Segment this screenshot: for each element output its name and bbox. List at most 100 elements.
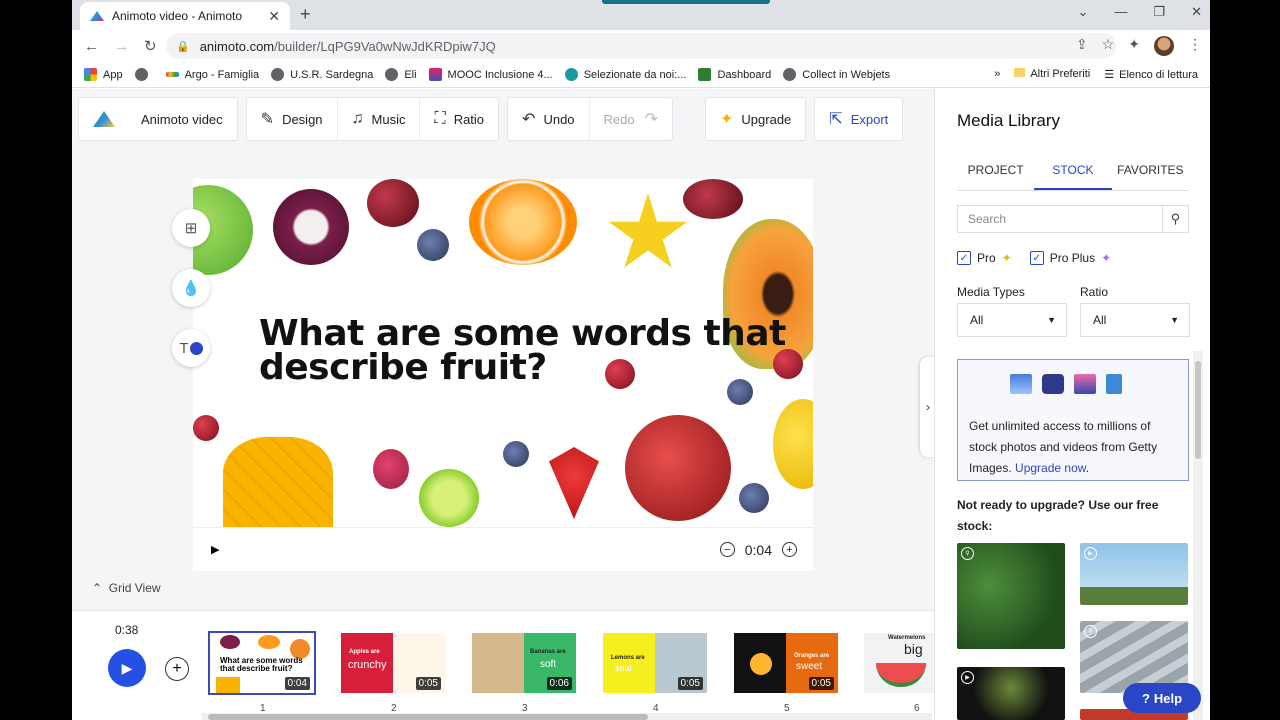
add-scene-button[interactable]: + — [165, 657, 189, 681]
bookmark-label: MOOC Inclusione 4... — [447, 68, 553, 81]
address-bar[interactable]: 🔒 animoto.com/builder/LqPG9Va0wNwJdKRDpi… — [166, 33, 1116, 59]
bookmark-label: Dashboard — [717, 68, 772, 81]
other-bookmarks[interactable]: Altri Preferiti — [1014, 68, 1090, 81]
bookmark-globe[interactable] — [134, 68, 154, 81]
music-button[interactable]: ♫ Music — [338, 98, 421, 140]
globe-icon — [271, 68, 285, 81]
star-icon[interactable]: ☆ — [1102, 36, 1115, 56]
more-bookmarks-icon[interactable]: » — [994, 68, 1000, 81]
bookmark-argo[interactable]: Argo - Famiglia — [165, 68, 260, 81]
forward-icon[interactable]: → — [114, 38, 132, 55]
tab-project[interactable]: PROJECT — [957, 155, 1034, 190]
strawberry-image — [549, 447, 599, 519]
profile-avatar[interactable] — [1154, 36, 1174, 56]
caret-down-icon: ▼ — [1170, 315, 1179, 325]
browser-window: Animoto video - Animoto ✕ + ⌄ — ❐ ✕ ← → … — [72, 0, 1210, 720]
tab-strip: Animoto video - Animoto ✕ + ⌄ — ❐ ✕ — [72, 0, 1210, 30]
bookmark-mooc[interactable]: MOOC Inclusione 4... — [428, 68, 553, 81]
close-tab-icon[interactable]: ✕ — [268, 8, 280, 25]
tab-stock[interactable]: STOCK — [1034, 155, 1112, 190]
timeline-scrollbar[interactable] — [202, 713, 932, 720]
library-scroll-thumb[interactable] — [1195, 361, 1201, 459]
design-label: Design — [282, 111, 323, 127]
bookmark-label: Eli — [404, 68, 417, 81]
undo-button[interactable]: ↶ Undo — [508, 98, 590, 140]
tab-search-icon[interactable]: ⌄ — [1078, 4, 1089, 20]
cherry-image — [367, 179, 419, 227]
reading-list[interactable]: ☰ Elenco di lettura — [1104, 68, 1198, 81]
export-button[interactable]: ⇱ Export — [815, 98, 902, 140]
bookmark-selezionate[interactable]: Selezionate da noi:... — [564, 68, 686, 81]
new-tab-icon[interactable]: + — [300, 4, 311, 25]
checkmark-icon: ✓ — [1029, 251, 1044, 265]
library-scrollbar[interactable] — [1193, 351, 1203, 720]
chevron-right-icon: › — [926, 400, 930, 414]
help-button[interactable]: ? Help — [1123, 683, 1201, 713]
project-name-button[interactable]: Animoto videc — [79, 98, 237, 140]
ratio-button[interactable]: ⛶ Ratio — [420, 98, 498, 140]
editor-toolbar: Animoto videc ✎ Design ♫ Music ⛶ Ratio ↶ Und… — [78, 97, 904, 141]
share-icon[interactable]: ⇪ — [1076, 36, 1088, 56]
scene-thumbnail-2[interactable]: Apples are crunchy 0:05 — [341, 633, 445, 693]
increase-duration-icon[interactable]: + — [782, 542, 797, 557]
layout-icon: ⊞ — [184, 220, 198, 237]
bookmark-usr[interactable]: U.S.R. Sardegna — [271, 68, 373, 81]
scene-duration-badge: 0:05 — [415, 677, 441, 690]
pro-plus-checkbox[interactable]: ✓ Pro Plus ✦ — [1029, 251, 1111, 265]
browser-tab[interactable]: Animoto video - Animoto ✕ — [80, 2, 290, 30]
upgrade-label: Upgrade — [741, 111, 792, 127]
text-button[interactable]: T — [172, 329, 210, 367]
close-window-icon[interactable]: ✕ — [1191, 4, 1202, 20]
design-button[interactable]: ✎ Design — [247, 98, 338, 140]
color-button[interactable]: 💧 — [172, 269, 210, 307]
grid-view-toggle[interactable]: ⌃ Grid View — [92, 581, 161, 595]
menu-icon[interactable]: ⋮ — [1188, 36, 1202, 56]
extensions-icon[interactable]: ✦ — [1128, 36, 1140, 56]
play-video-button[interactable]: ▶ — [108, 649, 146, 687]
undo-icon: ↶ — [522, 111, 536, 128]
scene-thumbnail-3[interactable]: Bananas are soft 0:06 — [472, 633, 576, 693]
stock-item-basil[interactable]: ⚲ — [957, 543, 1065, 649]
back-icon[interactable]: ← — [84, 38, 102, 55]
scene-thumbnail-5[interactable]: Oranges are sweet 0:05 — [734, 633, 838, 693]
timeline: 0:38 ▶ + What are some words that descri… — [72, 610, 934, 720]
play-icon[interactable]: ▶ — [211, 543, 219, 556]
bookmark-eli[interactable]: Eli — [385, 68, 417, 81]
upgrade-button[interactable]: ✦ Upgrade — [706, 98, 805, 140]
pro-checkbox[interactable]: ✓ Pro ✦ — [957, 251, 1012, 265]
ratio-select[interactable]: All ▼ — [1080, 303, 1190, 337]
help-label: Help — [1153, 690, 1183, 706]
bookmark-dashboard[interactable]: Dashboard — [698, 68, 771, 81]
layout-button[interactable]: ⊞ — [172, 209, 210, 247]
project-name: Animoto videc — [141, 111, 223, 127]
reload-icon[interactable]: ↻ — [144, 37, 162, 55]
decrease-duration-icon[interactable]: − — [719, 542, 735, 557]
restore-icon[interactable]: ❐ — [1153, 4, 1165, 20]
scene-thumbnail-1[interactable]: What are some words that describe fruit?… — [208, 631, 316, 695]
cherry-image — [683, 179, 743, 219]
stock-item-palms[interactable]: ▶ — [1080, 543, 1188, 605]
media-types-select[interactable]: All ▼ — [957, 303, 1067, 337]
tab-favorites[interactable]: FAVORITES — [1112, 155, 1189, 190]
scene-canvas[interactable]: What are some words that describe fruit? — [193, 179, 813, 527]
bookmark-apps[interactable]: App — [84, 68, 123, 81]
starfruit-image — [608, 193, 688, 268]
tab-title: Animoto video - Animoto — [112, 9, 243, 23]
search-icon[interactable]: ⚲ — [1162, 206, 1188, 232]
bookmark-webjets[interactable]: Collect in Webjets — [783, 68, 890, 81]
question-line-1: What are some words that — [259, 313, 786, 354]
scene-thumbnail-6[interactable]: Watermelons big — [864, 633, 934, 693]
minimize-icon[interactable]: — — [1114, 4, 1127, 20]
scene-question-text[interactable]: What are some words that describe fruit? — [259, 313, 786, 386]
scene-thumb-text: What are some words that describe fruit? — [220, 656, 303, 673]
bookmark-label: Argo - Famiglia — [184, 68, 260, 81]
browser-toolbar: ← → ↻ 🔒 animoto.com/builder/LqPG9Va0wNwJ… — [72, 30, 1210, 62]
scene-thumbnail-4[interactable]: Lemons are sour 0:05 — [603, 633, 707, 693]
search-input[interactable]: Search ⚲ — [957, 205, 1189, 233]
timeline-scroll-thumb[interactable] — [208, 714, 648, 720]
stock-item-plant[interactable]: ▶ — [957, 667, 1065, 720]
project-group: Animoto videc — [78, 97, 238, 141]
upgrade-now-link[interactable]: Upgrade now — [1015, 461, 1086, 475]
scene-duration-badge: 0:05 — [677, 677, 703, 690]
redo-button[interactable]: Redo ↷ — [590, 98, 672, 140]
